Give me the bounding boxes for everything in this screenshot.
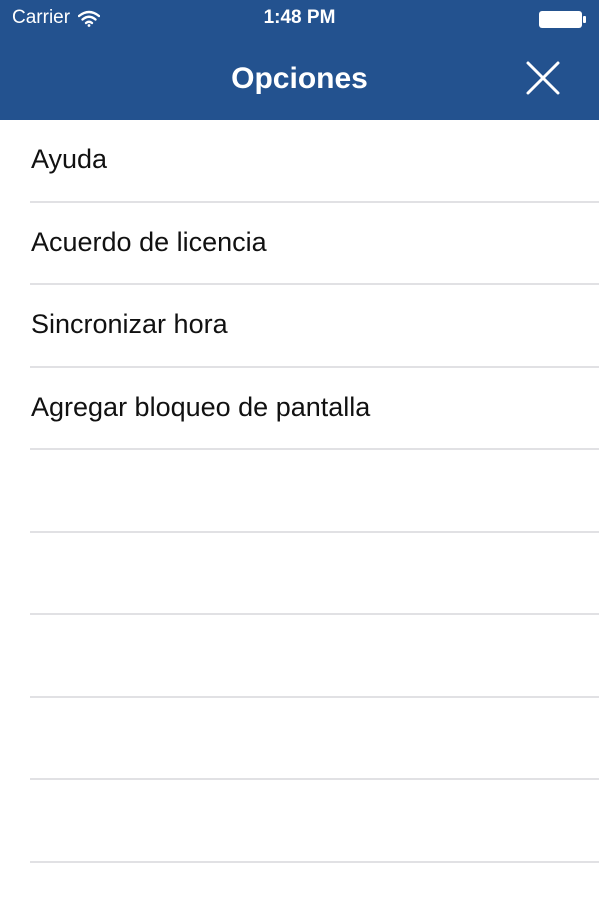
- menu-item-agregar-bloqueo[interactable]: Agregar bloqueo de pantalla: [30, 368, 599, 450]
- empty-row: [30, 698, 599, 780]
- empty-row: [30, 615, 599, 698]
- options-list: Ayuda Acuerdo de licencia Sincronizar ho…: [0, 120, 599, 863]
- close-icon: [526, 61, 560, 95]
- empty-row: [30, 450, 599, 533]
- status-bar: Carrier 1:48 PM: [0, 0, 599, 40]
- status-time: 1:48 PM: [263, 7, 336, 28]
- menu-item-sincronizar-hora[interactable]: Sincronizar hora: [30, 285, 599, 368]
- empty-row: [30, 780, 599, 863]
- navigation-bar: Opciones: [0, 40, 599, 120]
- menu-item-ayuda[interactable]: Ayuda: [30, 120, 599, 203]
- top-bar: Carrier 1:48 PM Opciones: [0, 0, 599, 120]
- menu-item-label: Agregar bloqueo de pantalla: [31, 391, 371, 422]
- battery-icon: [539, 11, 587, 28]
- menu-item-acuerdo-de-licencia[interactable]: Acuerdo de licencia: [30, 203, 599, 285]
- menu-item-label: Acuerdo de licencia: [31, 226, 267, 257]
- menu-item-label: Ayuda: [31, 144, 108, 174]
- page-title: Opciones: [231, 62, 368, 95]
- empty-row: [30, 533, 599, 615]
- menu-item-label: Sincronizar hora: [31, 309, 228, 339]
- close-button[interactable]: [523, 58, 563, 98]
